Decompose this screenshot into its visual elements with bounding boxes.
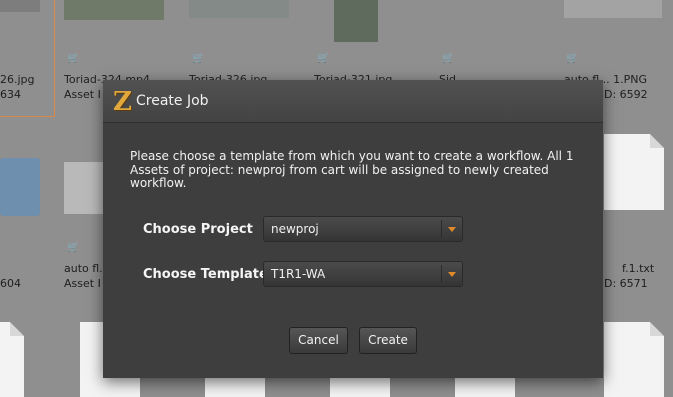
asset-name: auto fl. (64, 262, 103, 275)
asset-id: D: 6592 (604, 88, 648, 101)
choose-project-label: Choose Project (143, 222, 253, 237)
choose-template-label: Choose Template (143, 267, 268, 282)
asset-name: 26.jpg (0, 73, 35, 86)
asset-id: 634 (0, 88, 21, 101)
create-job-dialog: Z Create Job Please choose a template fr… (103, 80, 603, 378)
select-divider (441, 220, 442, 238)
cancel-button[interactable]: Cancel (289, 327, 348, 354)
template-select[interactable]: T1R1-WA (263, 261, 463, 287)
dialog-title: Create Job (136, 93, 209, 109)
cart-icon[interactable]: 🛒 (192, 54, 204, 64)
dialog-message: Please choose a template from which you … (130, 149, 574, 190)
cart-icon[interactable]: 🛒 (67, 243, 79, 253)
asset-thumbnail[interactable] (189, 0, 289, 18)
asset-name: f.1.txt (622, 262, 655, 275)
cart-icon[interactable]: 🛒 (442, 54, 454, 64)
cart-icon[interactable]: 🛒 (566, 54, 578, 64)
asset-id: Asset I (64, 88, 101, 101)
cart-icon[interactable]: 🛒 (317, 54, 329, 64)
asset-id: 604 (0, 277, 21, 290)
document-icon[interactable] (604, 134, 664, 210)
asset-thumbnail[interactable] (64, 0, 164, 20)
select-divider (441, 265, 442, 283)
dialog-header[interactable]: Z Create Job (103, 80, 603, 123)
asset-thumbnail[interactable] (334, 0, 378, 42)
asset-id: D: 6571 (604, 277, 648, 290)
project-select[interactable]: newproj (263, 216, 463, 242)
asset-thumbnail[interactable] (564, 0, 662, 18)
chevron-down-icon[interactable] (448, 227, 456, 232)
folder-icon[interactable] (0, 158, 40, 216)
document-icon[interactable] (604, 322, 664, 397)
chevron-down-icon[interactable] (448, 272, 456, 277)
template-select-value: T1R1-WA (271, 267, 326, 281)
project-select-value: newproj (271, 222, 319, 236)
create-button[interactable]: Create (359, 327, 417, 354)
asset-id: Asset I (64, 277, 101, 290)
document-icon[interactable] (0, 322, 24, 397)
cart-icon[interactable]: 🛒 (67, 54, 79, 64)
z-logo-icon: Z (113, 87, 132, 117)
